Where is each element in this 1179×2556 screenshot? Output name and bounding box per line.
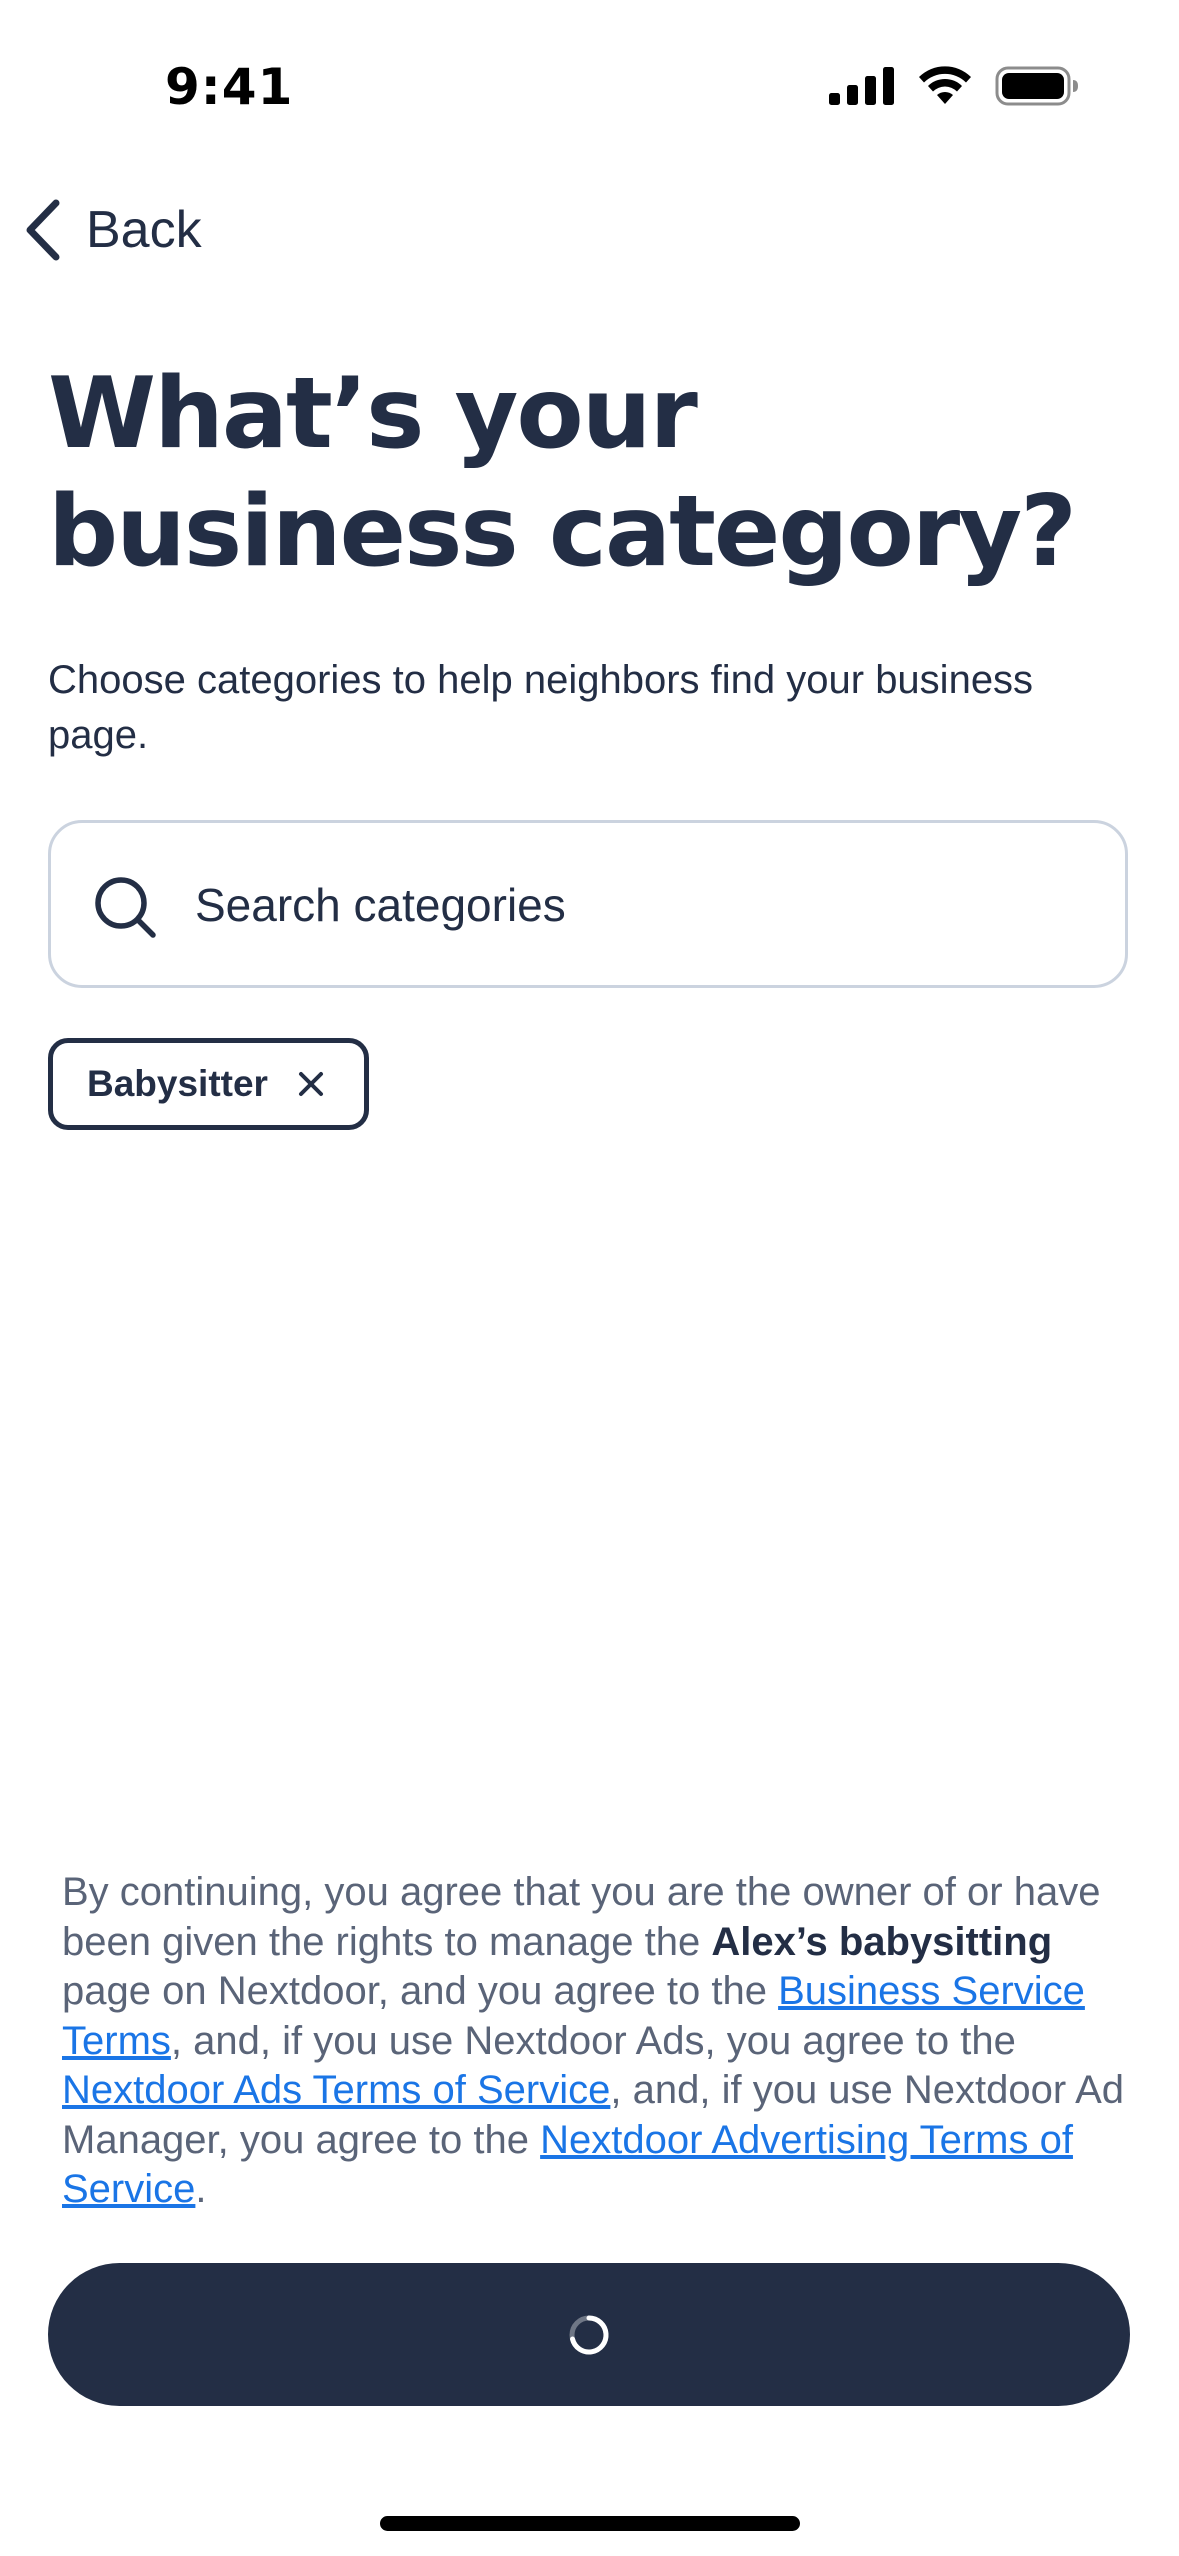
legal-notice: By continuing, you agree that you are th… — [62, 1868, 1132, 2215]
search-icon — [95, 877, 156, 938]
chip-remove-button[interactable] — [298, 1071, 324, 1097]
home-indicator — [380, 2516, 800, 2531]
search-input[interactable] — [193, 823, 1077, 987]
status-bar: 9:41 — [0, 0, 1179, 170]
status-icons — [829, 66, 1079, 106]
chip-label: Babysitter — [87, 1063, 268, 1104]
legal-text-5: . — [195, 2167, 207, 2211]
legal-text-3: , and, if you use Nextdoor Ads, you agre… — [170, 2018, 1016, 2063]
page-title-line-1: What’s your — [48, 357, 698, 471]
back-button[interactable]: Back — [22, 190, 202, 270]
cellular-signal-icon — [829, 67, 894, 105]
battery-icon — [995, 66, 1078, 106]
nextdoor-ads-terms-link[interactable]: Nextdoor Ads Terms of Service — [62, 2068, 610, 2112]
back-label: Back — [86, 201, 202, 259]
business-name: Alex’s babysitting — [711, 1919, 1053, 1964]
close-icon — [298, 1072, 323, 1096]
page-title-line-2: business category? — [48, 475, 1077, 589]
status-time: 9:41 — [165, 58, 294, 116]
selected-category-chip: Babysitter — [48, 1038, 369, 1130]
page-subtitle: Choose categories to help neighbors find… — [48, 658, 1034, 757]
chevron-left-icon — [26, 199, 60, 261]
legal-text-2: page on Nextdoor, and you agree to the — [62, 1969, 779, 2013]
continue-button[interactable] — [48, 2263, 1130, 2406]
page-title: What’s your business category? — [48, 355, 1138, 591]
loading-spinner-icon — [569, 2315, 609, 2354]
category-search-box[interactable] — [48, 820, 1128, 988]
wifi-icon — [919, 66, 971, 104]
